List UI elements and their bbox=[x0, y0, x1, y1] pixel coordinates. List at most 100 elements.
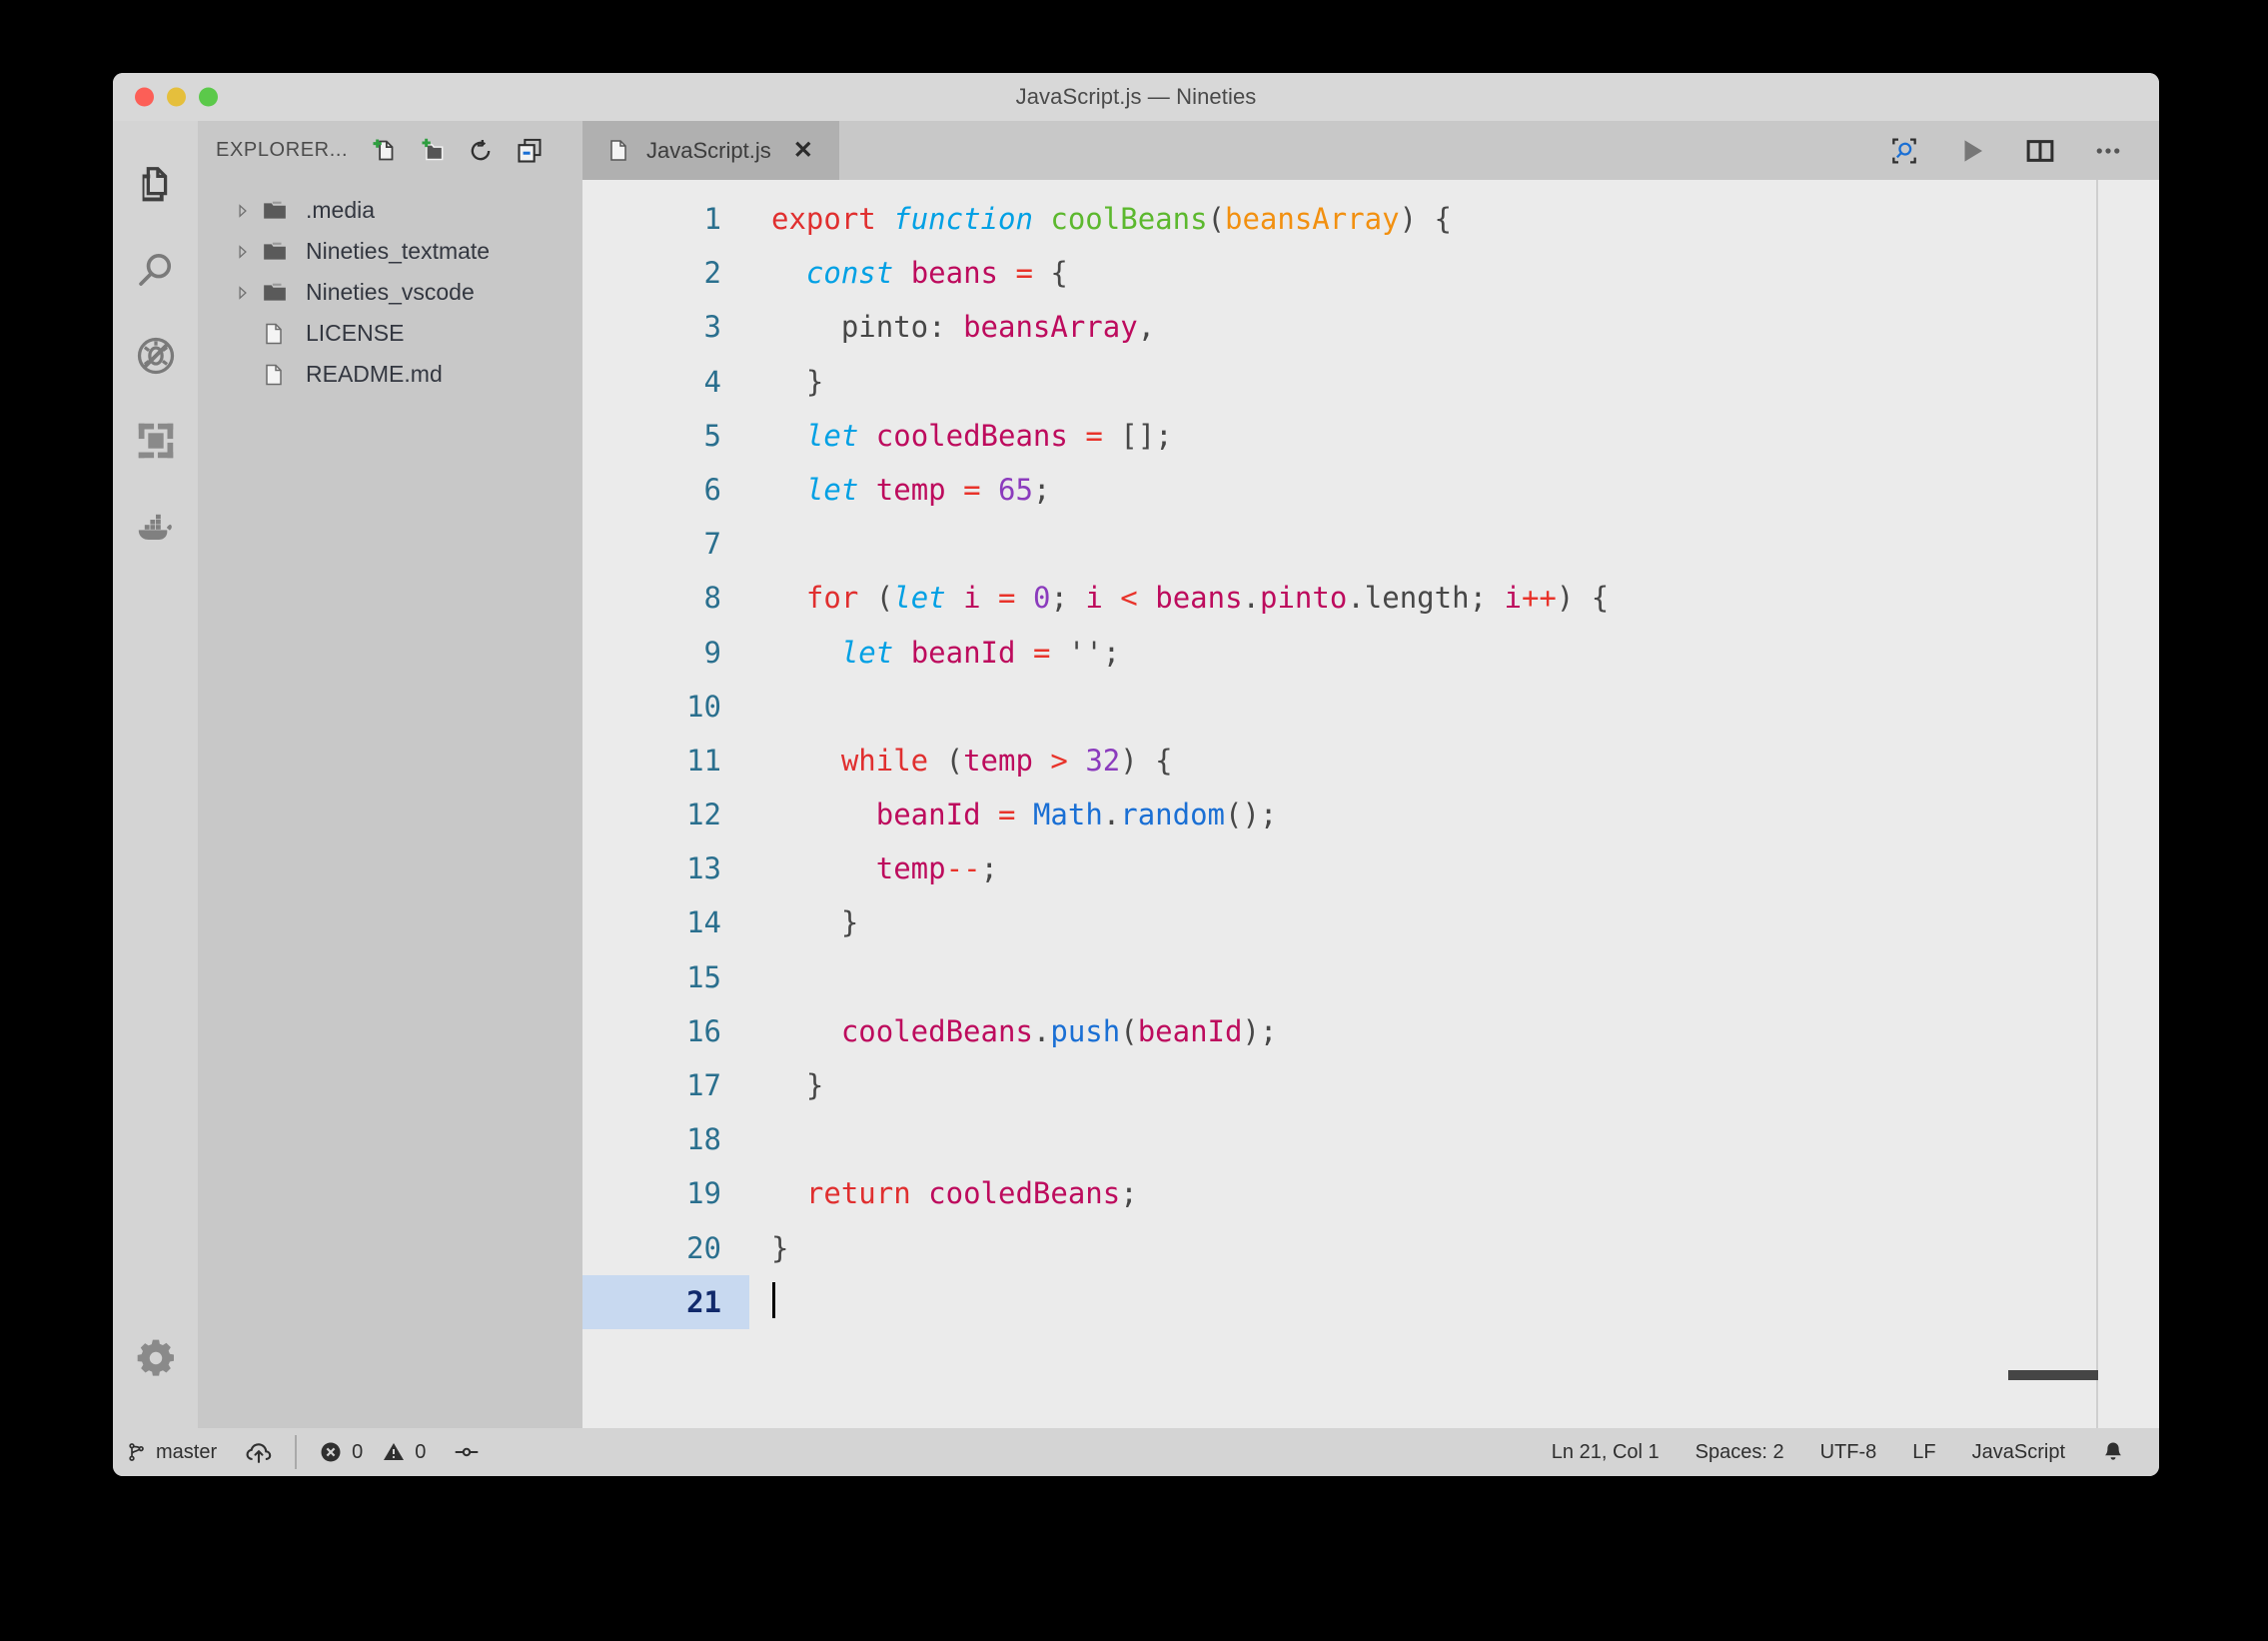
chevron-right-icon[interactable] bbox=[236, 244, 262, 259]
line-number: 8 bbox=[703, 581, 721, 616]
chevron-right-icon[interactable] bbox=[236, 203, 262, 218]
run-button[interactable] bbox=[1955, 134, 1989, 168]
tree-item-label: README.md bbox=[306, 361, 443, 387]
activity-item-search[interactable] bbox=[113, 228, 198, 313]
collapse-all-button[interactable] bbox=[515, 136, 545, 166]
token-number: 65 bbox=[998, 472, 1033, 507]
tree-item-folder[interactable]: Nineties_vscode bbox=[198, 272, 582, 313]
code-line: let beanId = ''; bbox=[749, 626, 2159, 680]
activity-item-extensions[interactable] bbox=[113, 398, 198, 483]
token-punct: (); bbox=[1225, 798, 1278, 832]
activity-item-explorer[interactable] bbox=[113, 143, 198, 228]
status-cursor-position[interactable]: Ln 21, Col 1 bbox=[1534, 1441, 1678, 1464]
split-editor-button[interactable] bbox=[2023, 134, 2057, 168]
token-operator: -- bbox=[945, 851, 981, 886]
text-cursor bbox=[772, 1281, 775, 1318]
split-editor-icon bbox=[2025, 136, 2055, 166]
line-number: 5 bbox=[703, 418, 721, 453]
chevron-right-icon[interactable] bbox=[236, 285, 262, 300]
token-number: 0 bbox=[1032, 581, 1051, 616]
code-line: } bbox=[749, 895, 2159, 949]
status-problems[interactable]: 0 0 bbox=[305, 1440, 440, 1464]
file-icon bbox=[262, 362, 296, 388]
activity-item-debug[interactable] bbox=[113, 313, 198, 398]
token-operator: = bbox=[1085, 418, 1103, 453]
activity-item-settings[interactable] bbox=[113, 1315, 198, 1400]
new-folder-button[interactable] bbox=[417, 136, 447, 166]
token-variable: cooledBeans bbox=[928, 1176, 1121, 1211]
token-keyword: return bbox=[805, 1176, 911, 1211]
tree-item-label: Nineties_vscode bbox=[306, 279, 475, 305]
line-number: 11 bbox=[686, 743, 721, 778]
tab-javascript-js[interactable]: JavaScript.js ✕ bbox=[582, 121, 839, 180]
line-number: 2 bbox=[703, 256, 721, 291]
tree-item-file[interactable]: README.md bbox=[198, 354, 582, 395]
files-icon bbox=[133, 163, 179, 209]
more-actions-button[interactable] bbox=[2091, 134, 2125, 168]
code-line: const beans = { bbox=[749, 246, 2159, 300]
activity-item-docker[interactable] bbox=[113, 483, 198, 568]
token-punct: . bbox=[1102, 798, 1121, 832]
close-icon[interactable]: ✕ bbox=[793, 138, 813, 163]
status-language-mode[interactable]: JavaScript bbox=[1954, 1441, 2083, 1464]
editor-area: JavaScript.js ✕ 1 2 3 4 5 6 7 8 9 10 11 … bbox=[582, 121, 2159, 1428]
token-declaration: let bbox=[805, 472, 859, 507]
token-punct: ; bbox=[1032, 472, 1051, 507]
bell-icon bbox=[2101, 1439, 2125, 1465]
warning-icon bbox=[382, 1440, 406, 1464]
folder-icon bbox=[262, 280, 296, 306]
status-encoding[interactable]: UTF-8 bbox=[1802, 1441, 1895, 1464]
token-punct: . bbox=[1347, 581, 1365, 616]
new-file-button[interactable] bbox=[368, 136, 398, 166]
token-class: Math bbox=[1032, 798, 1103, 832]
token-punct: { bbox=[1032, 256, 1068, 291]
editor-actions bbox=[1887, 121, 2159, 180]
status-branch[interactable]: master bbox=[113, 1441, 231, 1464]
explorer-header: EXPLORER... bbox=[198, 121, 582, 180]
code-editor[interactable]: 1 2 3 4 5 6 7 8 9 10 11 12 13 14 15 16 1… bbox=[582, 180, 2159, 1428]
tree-item-folder[interactable]: Nineties_textmate bbox=[198, 231, 582, 272]
token-variable: temp bbox=[875, 472, 946, 507]
warning-count: 0 bbox=[415, 1440, 427, 1463]
code-lines[interactable]: export function coolBeans(beansArray) { … bbox=[749, 180, 2159, 1428]
tree-item-folder[interactable]: .media bbox=[198, 190, 582, 231]
minimize-window-button[interactable] bbox=[167, 87, 186, 107]
token-variable: temp bbox=[875, 851, 946, 886]
refresh-button[interactable] bbox=[466, 136, 496, 166]
tree-item-label: Nineties_textmate bbox=[306, 238, 491, 264]
close-window-button[interactable] bbox=[135, 87, 154, 107]
line-number-active: 21 bbox=[582, 1274, 749, 1329]
line-number: 18 bbox=[686, 1122, 721, 1157]
token-punct: } bbox=[771, 1230, 789, 1265]
token-punct: , bbox=[1137, 310, 1156, 345]
status-eol[interactable]: LF bbox=[1894, 1441, 1953, 1464]
status-indentation[interactable]: Spaces: 2 bbox=[1678, 1441, 1802, 1464]
line-number: 15 bbox=[686, 959, 721, 994]
token-variable: beansArray bbox=[963, 310, 1138, 345]
open-preview-button[interactable] bbox=[1887, 134, 1921, 168]
window-controls bbox=[135, 87, 218, 107]
status-ports[interactable] bbox=[440, 1442, 494, 1462]
status-sync[interactable] bbox=[231, 1440, 287, 1464]
maximize-window-button[interactable] bbox=[199, 87, 218, 107]
token-operator: = bbox=[1032, 635, 1051, 670]
tree-item-file[interactable]: LICENSE bbox=[198, 313, 582, 354]
line-number: 12 bbox=[686, 798, 721, 832]
token-variable: beanId bbox=[1137, 1013, 1243, 1048]
status-notifications[interactable] bbox=[2083, 1439, 2143, 1465]
horizontal-scrollbar[interactable] bbox=[2008, 1370, 2098, 1380]
extensions-icon bbox=[133, 418, 179, 464]
